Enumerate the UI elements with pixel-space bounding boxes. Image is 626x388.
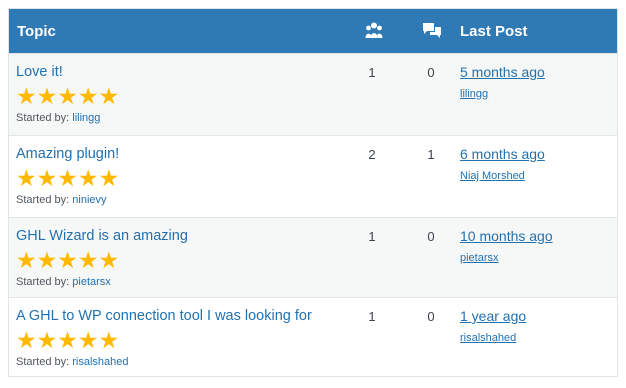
star-icon: ★ [57, 165, 78, 191]
started-by-label: Started by: [16, 112, 70, 124]
author-link[interactable]: pietarsx [72, 276, 111, 288]
star-icon: ★ [98, 165, 120, 191]
voices-count: 1 [368, 309, 376, 324]
last-post-user-link[interactable]: lilingg [460, 88, 488, 100]
star-icon: ★ [16, 83, 37, 109]
voices-count: 2 [368, 147, 376, 162]
started-by-label: Started by: [16, 276, 70, 288]
star-icon: ★ [77, 247, 99, 273]
star-rating: ★ ★ ★ ★ ★ [16, 247, 120, 273]
star-icon: ★ [57, 83, 78, 109]
star-icon: ★ [77, 327, 99, 353]
star-icon: ★ [98, 327, 120, 353]
topic-title-link[interactable]: A GHL to WP connection tool I was lookin… [16, 308, 312, 324]
star-icon: ★ [98, 247, 120, 273]
star-rating: ★ ★ ★ ★ ★ [16, 83, 120, 109]
table-row: A GHL to WP connection tool I was lookin… [9, 297, 617, 376]
topic-column-header: Topic [17, 22, 56, 40]
table-row: GHL Wizard is an amazing ★ ★ ★ ★ ★ Started b… [9, 217, 617, 297]
started-by: Started by: pietarsx [16, 276, 111, 288]
star-icon: ★ [57, 327, 78, 353]
forum-topics-table: Topic Last Post Love it! ★ ★ ★ ★ ★ Started [8, 8, 618, 377]
table-row: Love it! ★ ★ ★ ★ ★ Started by: lilingg 1 0 5… [9, 53, 617, 135]
replies-count: 1 [427, 147, 435, 162]
last-post-user-link[interactable]: Niaj Morshed [460, 170, 525, 182]
started-by-label: Started by: [16, 356, 70, 368]
star-icon: ★ [16, 165, 37, 191]
author-link[interactable]: lilingg [72, 112, 100, 124]
star-icon: ★ [77, 83, 99, 109]
star-icon: ★ [36, 83, 58, 109]
voices-count: 1 [368, 65, 376, 80]
table-row: Amazing plugin! ★ ★ ★ ★ ★ Started by: niniev… [9, 135, 617, 217]
star-icon: ★ [36, 165, 58, 191]
last-post-time-link[interactable]: 5 months ago [460, 64, 545, 80]
star-icon: ★ [36, 247, 58, 273]
star-icon: ★ [16, 247, 37, 273]
speech-bubbles-icon [422, 22, 442, 45]
topic-title-link[interactable]: Amazing plugin! [16, 146, 119, 162]
topic-title-link[interactable]: Love it! [16, 64, 63, 80]
started-by: Started by: ninievy [16, 194, 107, 206]
star-icon: ★ [77, 165, 99, 191]
star-icon: ★ [16, 327, 37, 353]
started-by: Started by: lilingg [16, 112, 100, 124]
star-icon: ★ [57, 247, 78, 273]
last-post-time-link[interactable]: 10 months ago [460, 228, 553, 244]
star-rating: ★ ★ ★ ★ ★ [16, 165, 120, 191]
star-icon: ★ [36, 327, 58, 353]
replies-count: 0 [427, 65, 435, 80]
star-icon: ★ [98, 83, 120, 109]
last-post-time-link[interactable]: 1 year ago [460, 308, 526, 324]
star-rating: ★ ★ ★ ★ ★ [16, 327, 120, 353]
replies-count: 0 [427, 229, 435, 244]
last-post-column-header: Last Post [460, 22, 528, 40]
started-by-label: Started by: [16, 194, 70, 206]
author-link[interactable]: ninievy [72, 194, 106, 206]
participants-icon [365, 22, 383, 44]
replies-count: 0 [427, 309, 435, 324]
topic-title-link[interactable]: GHL Wizard is an amazing [16, 228, 188, 244]
last-post-user-link[interactable]: risalshahed [460, 332, 516, 344]
voices-count: 1 [368, 229, 376, 244]
started-by: Started by: risalshahed [16, 356, 129, 368]
last-post-time-link[interactable]: 6 months ago [460, 146, 545, 162]
table-header: Topic Last Post [9, 9, 617, 53]
author-link[interactable]: risalshahed [72, 356, 128, 368]
last-post-user-link[interactable]: pietarsx [460, 252, 499, 264]
